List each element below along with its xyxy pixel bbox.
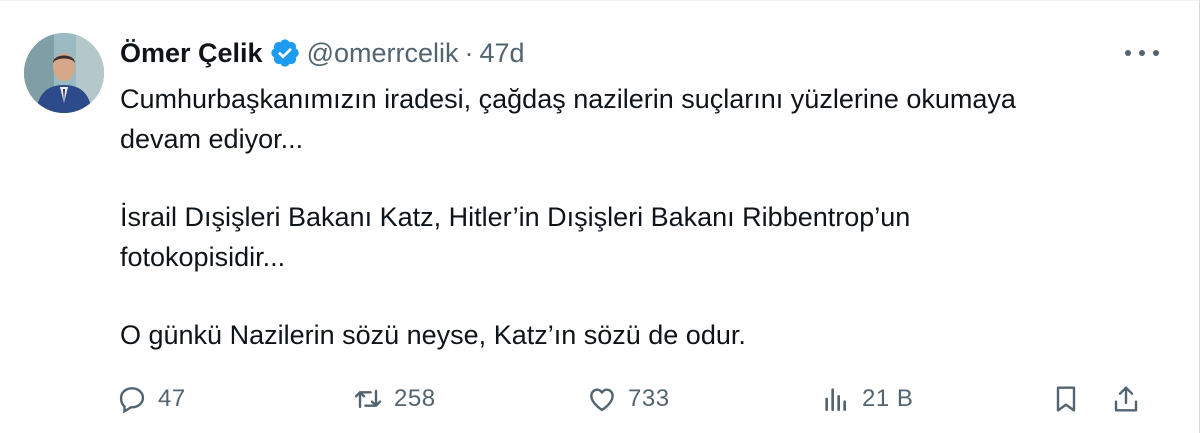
avatar-photo xyxy=(24,33,104,113)
heart-icon xyxy=(590,388,614,412)
repost-count: 258 xyxy=(394,385,436,412)
bar-chart-icon xyxy=(825,388,846,411)
reply-button[interactable]: 47 xyxy=(116,377,186,421)
tweet-text: Cumhurbaşkanımızın iradesi, çağdaş nazil… xyxy=(120,79,1160,393)
tweet-paragraph: İsrail Dışişleri Bakanı Katz, Hitler’in … xyxy=(120,202,911,272)
repost-arrows-icon xyxy=(354,389,382,409)
verified-badge-icon xyxy=(270,39,299,67)
views-button[interactable]: 21 B xyxy=(820,377,913,421)
header-separator: · xyxy=(464,37,474,68)
author-handle[interactable]: @omerrcelik xyxy=(307,38,459,69)
author-name[interactable]: Ömer Çelik xyxy=(120,38,263,69)
views-count: 21 B xyxy=(862,385,914,412)
tweet-paragraph: O günkü Nazilerin sözü neyse, Katz’ın sö… xyxy=(120,320,746,350)
dot xyxy=(1125,50,1131,56)
dot xyxy=(1153,50,1159,56)
share-button[interactable] xyxy=(1110,377,1152,421)
bookmark-button[interactable] xyxy=(1050,377,1092,421)
bookmark-icon xyxy=(1056,386,1076,412)
post-age[interactable]: 47d xyxy=(480,38,525,69)
repost-button[interactable]: 258 xyxy=(352,377,436,421)
more-dots-icon[interactable] xyxy=(1125,41,1159,65)
reply-bubble-icon xyxy=(119,387,145,414)
reply-count: 47 xyxy=(158,385,186,412)
tweet-header: Ömer Çelik @omerrcelik · 47d xyxy=(120,35,525,71)
tweet-card[interactable]: Ömer Çelik @omerrcelik · 47d Cumhurbaşka… xyxy=(0,0,1200,433)
action-bar: 47 258 733 21 B xyxy=(116,377,1156,421)
like-count: 733 xyxy=(628,385,670,412)
tweet-paragraph: Cumhurbaşkanımızın iradesi, çağdaş nazil… xyxy=(120,84,1016,154)
avatar[interactable] xyxy=(24,33,104,113)
share-upload-icon xyxy=(1114,386,1138,412)
like-button[interactable]: 733 xyxy=(586,377,670,421)
dot xyxy=(1139,50,1145,56)
